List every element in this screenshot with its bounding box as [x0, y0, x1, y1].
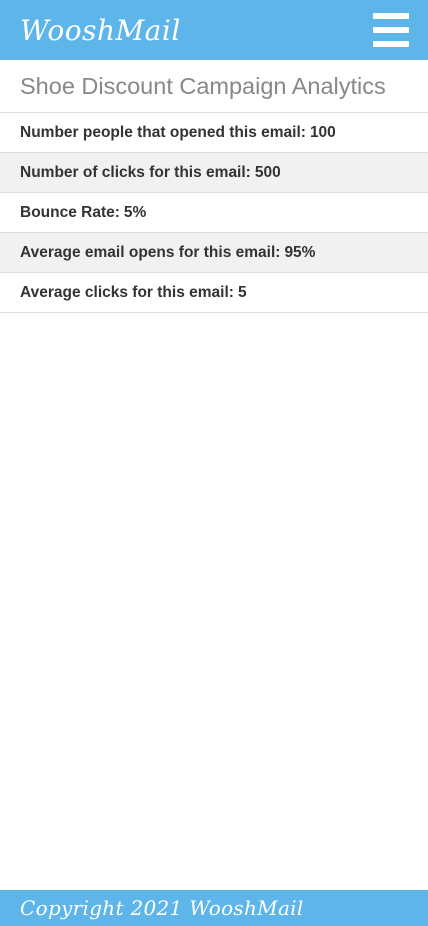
- stat-value: 100: [309, 123, 336, 141]
- stat-label: Bounce Rate:: [20, 203, 120, 221]
- stat-row-opens: Number people that opened this email: 10…: [0, 113, 428, 153]
- hamburger-menu-icon[interactable]: [373, 13, 409, 47]
- stat-label: Number of clicks for this email:: [20, 163, 251, 181]
- menu-bar: [373, 13, 409, 19]
- copyright-text: Copyright 2021 WooshMail: [20, 896, 304, 920]
- app-title[interactable]: WooshMail: [20, 14, 181, 47]
- page-title: Shoe Discount Campaign Analytics: [0, 60, 428, 113]
- stat-value: 5: [237, 283, 247, 301]
- stat-row-bounce-rate: Bounce Rate: 5%: [0, 193, 428, 233]
- stat-label: Number people that opened this email:: [20, 123, 306, 141]
- stat-row-clicks: Number of clicks for this email: 500: [0, 153, 428, 193]
- menu-bar: [373, 41, 409, 47]
- app-footer: Copyright 2021 WooshMail: [0, 890, 428, 926]
- stat-row-average-opens: Average email opens for this email: 95%: [0, 233, 428, 273]
- stats-list: Number people that opened this email: 10…: [0, 113, 428, 313]
- stat-label: Average clicks for this email:: [20, 283, 234, 301]
- stat-label: Average email opens for this email:: [20, 243, 281, 261]
- stat-row-average-clicks: Average clicks for this email: 5: [0, 273, 428, 313]
- menu-bar: [373, 27, 409, 33]
- stat-value: 5%: [123, 203, 147, 221]
- stat-value: 95%: [284, 243, 316, 261]
- app-header: WooshMail: [0, 0, 428, 60]
- stat-value: 500: [254, 163, 281, 181]
- app-screen: WooshMail Shoe Discount Campaign Analyti…: [0, 0, 428, 926]
